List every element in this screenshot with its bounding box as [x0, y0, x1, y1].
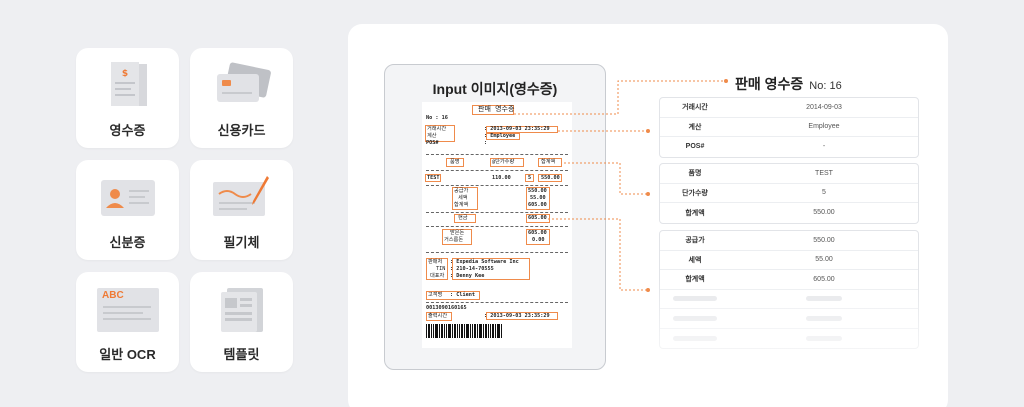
svg-text:$: $: [121, 69, 127, 79]
credit-card-icon: [216, 62, 271, 102]
category-card-receipt[interactable]: $ 영수증: [76, 48, 179, 148]
category-label: 일반 OCR: [99, 347, 156, 362]
id-card-icon: [100, 180, 155, 216]
category-label: 템플릿: [223, 347, 260, 362]
connector-lines: [514, 79, 728, 292]
category-label: 신용카드: [217, 123, 266, 138]
receipt-icon: $: [110, 62, 147, 106]
ocr-result-panel: Input 이미지(영수증) 판매 영수증 No : 16 거래시간 : 201…: [348, 24, 948, 407]
category-card-id-card[interactable]: 신분증: [76, 160, 179, 260]
category-card-credit-card[interactable]: 신용카드: [190, 48, 293, 148]
category-label: 신분증: [109, 235, 146, 250]
category-card-general-ocr[interactable]: ABC 일반 OCR: [76, 272, 179, 372]
template-icon: [220, 288, 263, 332]
handwriting-icon: [212, 176, 269, 216]
category-card-template[interactable]: 템플릿: [190, 272, 293, 372]
category-label: 영수증: [109, 123, 146, 138]
category-grid: $ 영수증 신용카드 신분증 필기체 ABC 일반 OCR 템플릿: [76, 48, 296, 372]
category-label: 필기체: [223, 235, 260, 250]
category-card-handwriting[interactable]: 필기체: [190, 160, 293, 260]
abc-badge: ABC: [102, 290, 124, 301]
